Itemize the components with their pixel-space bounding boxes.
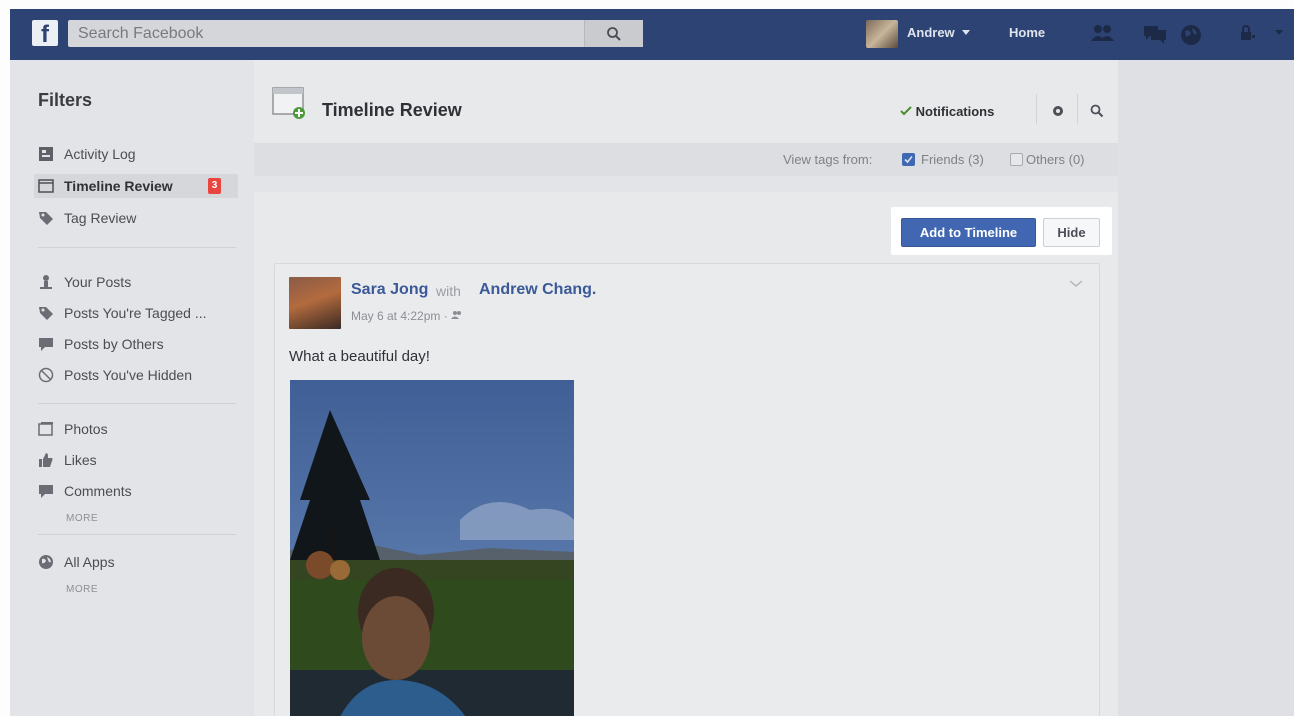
add-to-timeline-button[interactable]: Add to Timeline [901,218,1036,247]
sidebar-item-likes[interactable]: Likes [38,448,238,472]
sidebar-item-timeline-review[interactable]: Timeline Review 3 [34,174,238,198]
account-menu-caret-icon[interactable] [1274,29,1284,37]
person-icon [40,275,52,289]
post-author-link[interactable]: Sara Jong [351,281,428,299]
sidebar-item-label: Posts You're Tagged ... [64,305,207,321]
chevron-down-icon[interactable] [1069,280,1083,288]
top-navigation-bar: f Andrew Home [10,9,1294,60]
sidebar-divider [38,534,236,535]
tagged-user-link[interactable]: Andrew Chang. [479,281,596,299]
thumbs-up-icon [39,453,53,467]
comment-icon [39,485,53,498]
notifications-globe-icon[interactable] [1179,23,1203,47]
search-input[interactable] [68,20,588,47]
speech-bubble-icon [39,338,53,351]
post-photo[interactable] [290,380,574,716]
with-text: with [436,283,461,299]
home-link[interactable]: Home [1009,25,1045,40]
filters-title: Filters [38,90,93,110]
sidebar-item-label: Photos [64,421,108,437]
post-timestamp[interactable]: May 6 at 4:22pm · [351,309,463,323]
timeline-review-icon [272,87,305,119]
friends-audience-icon [451,311,462,319]
sidebar-item-posts-tagged[interactable]: Posts You're Tagged ... [38,301,238,325]
checkmark-icon [900,106,912,116]
sidebar-item-label: Likes [64,452,97,468]
notification-count-badge: 3 [208,178,221,194]
filters-sidebar: Filters Activity Log Timeline Review 3 T… [10,60,253,716]
page-title: Timeline Review [322,100,462,120]
notifications-toggle[interactable]: Notifications [900,104,994,119]
privacy-lock-icon[interactable] [1238,23,1256,43]
header-divider [1036,94,1037,124]
sidebar-item-label: Comments [64,483,132,499]
header-divider [1077,94,1078,124]
profile-name: Andrew [907,25,955,40]
sidebar-item-comments[interactable]: Comments [38,479,238,503]
more-link[interactable]: MORE [66,584,98,595]
post-text: What a beautiful day! [289,348,430,365]
sidebar-item-label: Posts You've Hidden [64,367,192,383]
sidebar-item-label: All Apps [64,554,115,570]
sidebar-item-all-apps[interactable]: All Apps [38,550,238,574]
sidebar-item-posts-by-others[interactable]: Posts by Others [38,332,238,356]
messages-icon[interactable] [1142,23,1168,45]
sidebar-item-posts-hidden[interactable]: Posts You've Hidden [38,363,238,387]
sidebar-item-tag-review[interactable]: Tag Review [38,206,238,230]
app-window: f Andrew Home Filters [10,9,1294,716]
sidebar-divider [38,403,236,404]
tag-filter-bar: View tags from: Friends (3) Others (0) [254,143,1118,176]
post-date: May 6 at 4:22pm · [351,309,452,323]
search-icon [607,26,621,41]
outdoor-photo [290,380,574,716]
sidebar-item-photos[interactable]: Photos [38,417,238,441]
sidebar-divider [38,247,236,248]
notifications-label: Notifications [915,104,995,119]
more-link[interactable]: MORE [66,513,98,524]
sidebar-item-your-posts[interactable]: Your Posts [38,270,238,294]
sidebar-item-label: Your Posts [64,274,132,290]
timeline-review-header: Timeline Review Notifications [254,60,1118,153]
author-avatar[interactable] [289,277,341,329]
search-icon[interactable] [1090,104,1104,118]
friend-requests-icon[interactable] [1090,23,1116,45]
hidden-circle-icon [38,367,54,383]
tag-icon [39,307,53,320]
others-checkbox[interactable] [1010,153,1023,166]
search-box [68,20,643,47]
sidebar-item-activity-log[interactable]: Activity Log [38,142,238,166]
profile-avatar[interactable] [866,20,898,48]
checkmark-icon [904,155,913,164]
search-button[interactable] [584,20,643,47]
sidebar-item-label: Activity Log [64,146,136,162]
activity-log-icon [39,147,53,161]
facebook-logo[interactable]: f [32,20,58,46]
tag-icon [39,212,53,225]
sidebar-item-label: Timeline Review [64,178,173,194]
caret-down-icon [962,30,971,35]
others-filter-label[interactable]: Others (0) [1026,152,1085,167]
hide-button[interactable]: Hide [1043,218,1100,247]
photos-icon [38,422,53,436]
sidebar-item-label: Tag Review [64,210,137,226]
timeline-review-icon [38,179,54,193]
friends-checkbox[interactable] [902,153,915,166]
friends-filter-label[interactable]: Friends (3) [921,152,984,167]
gear-icon[interactable] [1051,104,1065,118]
sidebar-item-label: Posts by Others [64,336,164,352]
view-tags-label: View tags from: [783,152,873,167]
tagged-post: Sara Jong with Andrew Chang. May 6 at 4:… [274,263,1100,716]
profile-link[interactable]: Andrew [907,25,971,40]
right-gutter [1118,60,1294,716]
apps-globe-icon [39,555,53,569]
